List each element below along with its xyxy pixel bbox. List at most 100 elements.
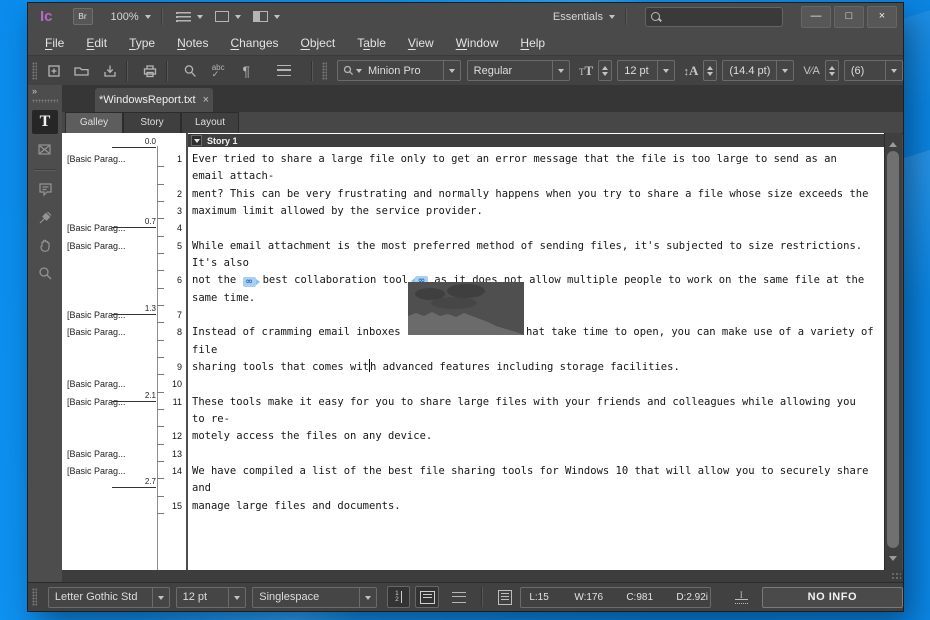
panel-grip[interactable] [32, 588, 37, 606]
galley-text[interactable]: maximum limit allowed by the service pro… [192, 203, 483, 220]
divider [161, 9, 163, 25]
tracking-select[interactable]: (6) [844, 60, 903, 81]
line-number: 11 [160, 397, 182, 407]
tab-galley[interactable]: Galley [65, 112, 123, 133]
menu-help[interactable]: Help [509, 36, 556, 50]
galley-text[interactable]: same time. [192, 290, 255, 307]
collapse-panel-icon[interactable]: » [32, 86, 36, 96]
note-anchor-icon[interactable]: ∞ [243, 277, 263, 287]
close-button[interactable]: × [867, 6, 897, 28]
new-document-button[interactable] [43, 60, 65, 82]
galley-text[interactable]: file [192, 342, 217, 359]
zoom-level-value: 100% [111, 11, 139, 23]
tracking-stepper[interactable] [825, 60, 839, 81]
chevron-down-icon [145, 15, 151, 22]
galley-font-select[interactable]: Letter Gothic Std [48, 587, 170, 608]
toolbar-menu-button[interactable] [273, 60, 295, 82]
galley-text[interactable]: motely access the files on any device. [192, 428, 432, 445]
galley-text[interactable]: sharing tools that comes with advanced f… [192, 359, 680, 376]
galley-text[interactable]: email attach- [192, 168, 274, 185]
collapse-triangle-icon[interactable] [191, 135, 202, 146]
galley-row: [Basic Parag...5While email attachment i… [62, 238, 884, 255]
galley-text[interactable]: Ever tried to share a large file only to… [192, 151, 837, 168]
menu-file[interactable]: File [34, 36, 75, 50]
menu-edit[interactable]: Edit [75, 36, 118, 50]
paragraph-styles-toggle[interactable] [415, 586, 439, 608]
menu-type[interactable]: Type [118, 36, 166, 50]
font-size-select[interactable]: 12 pt [617, 60, 674, 81]
ruler-tick [157, 340, 164, 341]
menu-object[interactable]: Object [290, 36, 347, 50]
position-tool[interactable] [32, 138, 58, 162]
menu-changes[interactable]: Changes [219, 36, 289, 50]
galley-text[interactable]: ment? This can be very frustrating and n… [192, 186, 868, 203]
galley-font-value: Letter Gothic Std [49, 591, 152, 603]
leading-stepper[interactable] [703, 60, 717, 81]
document-tab[interactable]: *WindowsReport.txt × [95, 88, 213, 112]
font-size-stepper[interactable] [598, 60, 612, 81]
hand-tool[interactable] [32, 233, 58, 257]
menu-table[interactable]: Table [346, 36, 397, 50]
vertical-scrollbar[interactable] [884, 133, 902, 570]
statusbar-menu-button[interactable] [447, 586, 471, 608]
line-numbers-toggle[interactable]: 12 [387, 586, 411, 608]
close-tab-icon[interactable]: × [203, 94, 209, 106]
galley-text[interactable]: We have compiled a list of the best file… [192, 463, 868, 480]
scroll-up-icon[interactable] [889, 138, 897, 147]
search-input[interactable] [666, 8, 780, 26]
zoom-level-dropdown[interactable]: 100% [111, 11, 151, 23]
spell-check-button[interactable]: abc✓ [207, 60, 229, 82]
panel-grip[interactable] [32, 62, 37, 80]
line-number: 15 [160, 501, 182, 511]
search-icon [651, 12, 660, 21]
menu-window[interactable]: Window [445, 36, 510, 50]
maximize-button[interactable]: □ [834, 6, 864, 28]
chevron-down-icon [609, 15, 615, 22]
line-spacing-select[interactable]: Singlespace [252, 587, 377, 608]
minimize-button[interactable]: — [801, 6, 831, 28]
scroll-down-icon[interactable] [889, 556, 897, 565]
resize-grip[interactable] [891, 572, 901, 581]
font-style-select[interactable]: Regular [467, 60, 570, 81]
story-header[interactable]: Story 1 [188, 134, 884, 147]
show-hidden-characters-button[interactable]: ¶ [235, 60, 257, 82]
frame-grid-dropdown[interactable] [215, 11, 241, 22]
menu-view[interactable]: View [397, 36, 445, 50]
galley-row: [Basic Parag...14We have compiled a list… [62, 463, 884, 480]
font-family-select[interactable]: Minion Pro [337, 60, 461, 81]
line-number: 9 [160, 362, 182, 372]
open-button[interactable] [71, 60, 93, 82]
galley-text[interactable]: manage large files and documents. [192, 498, 401, 515]
galley-text[interactable]: While email attachment is the most prefe… [192, 238, 862, 255]
search-box[interactable] [645, 7, 783, 27]
galley-size-select[interactable]: 12 pt [176, 587, 247, 608]
ruler-tick [157, 218, 164, 219]
ruler-tick [157, 478, 164, 479]
text-cursor [369, 359, 370, 372]
galley-text[interactable]: and [192, 480, 211, 497]
bridge-button[interactable]: Br [73, 8, 93, 25]
eyedropper-tool[interactable] [32, 205, 58, 229]
view-options-dropdown[interactable] [173, 11, 203, 22]
tab-story[interactable]: Story [123, 112, 181, 133]
galley-row: 9 sharing tools that comes with advanced … [62, 359, 884, 376]
galley-text[interactable]: Instead of cramming email inboxes hat ta… [192, 324, 874, 341]
panel-grip[interactable] [322, 62, 327, 80]
galley-text[interactable]: It's also [192, 255, 249, 272]
galley-text[interactable]: not the ∞best collaboration tool∞ as it … [192, 272, 864, 289]
galley-text[interactable]: These tools make it easy for you to shar… [192, 394, 856, 411]
panel-grip[interactable] [32, 99, 58, 103]
save-button[interactable] [99, 60, 121, 82]
workspace-switcher[interactable]: Essentials [553, 11, 615, 23]
zoom-tool[interactable] [32, 261, 58, 285]
scrollbar-thumb[interactable] [887, 151, 899, 548]
leading-select[interactable]: (14.4 pt) [722, 60, 794, 81]
print-button[interactable] [139, 60, 161, 82]
type-tool[interactable]: T [32, 110, 58, 134]
menu-notes[interactable]: Notes [166, 36, 219, 50]
note-tool[interactable] [32, 177, 58, 201]
screen-mode-dropdown[interactable] [253, 11, 280, 22]
galley-text[interactable]: to re- [192, 411, 230, 428]
tab-layout[interactable]: Layout [181, 112, 239, 133]
search-button[interactable] [179, 60, 201, 82]
